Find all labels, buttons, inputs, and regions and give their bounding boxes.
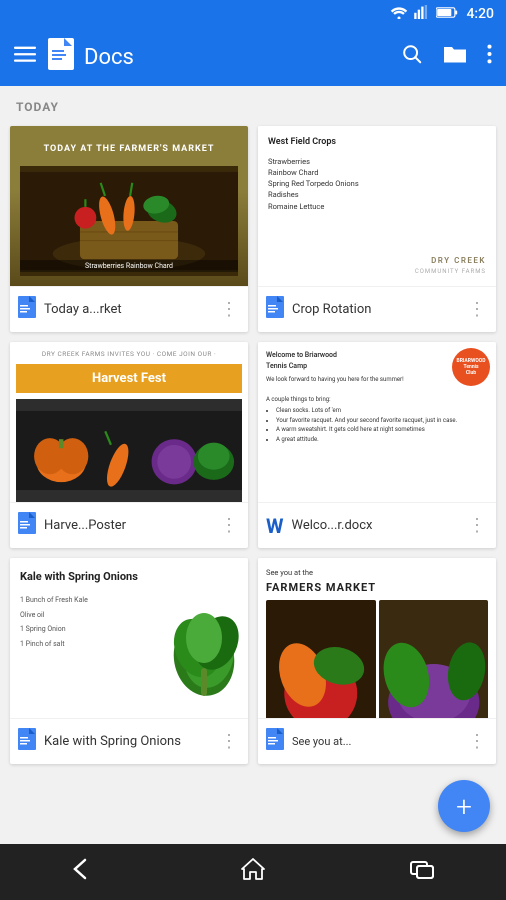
tennis-list-item: A great attitude. <box>276 435 488 445</box>
crop-item: Strawberries <box>268 156 486 167</box>
section-label: TODAY <box>0 86 506 122</box>
doc-logo-icon <box>48 38 74 76</box>
w-icon: W <box>266 514 284 538</box>
back-icon[interactable] <box>71 858 97 886</box>
folder-icon[interactable] <box>443 43 467 71</box>
card-footer-harvest: Harve...Poster ⋮ <box>10 502 248 548</box>
card-harvest-fest[interactable]: DRY CREEK FARMS INVITES YOU · COME JOIN … <box>10 342 248 548</box>
signal-icon <box>414 5 430 23</box>
doc-blue-icon-1 <box>18 296 36 323</box>
card-farmers-market[interactable]: TODAY AT THE FARMER'S MARKET <box>10 126 248 332</box>
harvest-veggies-img <box>16 399 242 502</box>
tennis-body2: A couple things to bring: <box>266 395 488 405</box>
farm-name: DRY CREEK <box>268 255 486 267</box>
card-preview-harvest: DRY CREEK FARMS INVITES YOU · COME JOIN … <box>10 342 248 502</box>
farmers-preview: TODAY AT THE FARMER'S MARKET <box>10 126 248 286</box>
docs-grid: TODAY AT THE FARMER'S MARKET <box>0 122 506 774</box>
plus-icon: + <box>456 790 472 823</box>
farmers-image-area: Strawberries Rainbow Chard <box>20 166 238 276</box>
doc-blue-icon-5 <box>18 728 36 755</box>
status-icons: 4:20 <box>390 5 494 23</box>
card-preview-crop-rotation: West Field Crops Strawberries Rainbow Ch… <box>258 126 496 286</box>
tennis-list-item: Clean socks. Lots of 'em <box>276 406 488 416</box>
card-crop-rotation[interactable]: West Field Crops Strawberries Rainbow Ch… <box>258 126 496 332</box>
battery-icon <box>436 6 458 23</box>
app-bar-actions <box>401 43 492 71</box>
fm2-image-row <box>266 600 488 718</box>
card-menu-fm2[interactable]: ⋮ <box>464 731 490 752</box>
nav-bar <box>0 844 506 900</box>
card-title-crop-rotation: Crop Rotation <box>292 302 464 317</box>
crop-item: Romaine Lettuce <box>268 201 486 212</box>
more-vertical-icon[interactable] <box>487 43 492 71</box>
card-preview-tennis: Welcome to BriarwoodTennis Camp BRIARWOO… <box>258 342 496 502</box>
fm2-img-2 <box>379 600 489 718</box>
time-display: 4:20 <box>466 6 494 22</box>
card-title-fm2: See you at... <box>292 735 464 748</box>
kale-illustration <box>167 568 242 703</box>
doc-blue-icon-3 <box>18 512 36 539</box>
fm2-preview: See you at the FARMERS MARKET <box>258 558 496 718</box>
card-farmers-market-2[interactable]: See you at the FARMERS MARKET <box>258 558 496 764</box>
tennis-badge: BRIARWOODTennisClub <box>452 348 490 386</box>
tennis-list-item: Your favorite racquet. And your second f… <box>276 416 488 426</box>
card-footer-farmers-market: Today a...rket ⋮ <box>10 286 248 332</box>
card-footer-kale: Kale with Spring Onions ⋮ <box>10 718 248 764</box>
card-footer-fm2: See you at... ⋮ <box>258 718 496 764</box>
status-bar: 4:20 <box>0 0 506 28</box>
card-title-welcome: Welco...r.docx <box>292 518 465 533</box>
app-bar: Docs <box>0 28 506 86</box>
search-icon[interactable] <box>401 43 423 71</box>
kale-preview: Kale with Spring Onions 1 Bunch of Fresh… <box>10 558 248 718</box>
farmers-subtitle: Strawberries Rainbow Chard <box>20 260 238 272</box>
doc-blue-icon-2 <box>266 296 284 323</box>
harvest-banner: Harvest Fest <box>16 364 242 393</box>
app-title: Docs <box>48 38 389 76</box>
card-preview-kale: Kale with Spring Onions 1 Bunch of Fresh… <box>10 558 248 718</box>
home-icon[interactable] <box>240 856 266 888</box>
crop-list: Strawberries Rainbow Chard Spring Red To… <box>268 156 486 212</box>
card-preview-fm2: See you at the FARMERS MARKET <box>258 558 496 718</box>
crop-item: Radishes <box>268 189 486 200</box>
fm2-img-1 <box>266 600 376 718</box>
app-name-label: Docs <box>84 45 134 70</box>
crop-item: Rainbow Chard <box>268 167 486 178</box>
card-menu-kale[interactable]: ⋮ <box>216 731 242 752</box>
card-preview-farmers-market: TODAY AT THE FARMER'S MARKET <box>10 126 248 286</box>
harvest-invite-text: DRY CREEK FARMS INVITES YOU · COME JOIN … <box>42 350 216 358</box>
doc-blue-icon-6 <box>266 728 284 755</box>
card-title-farmers-market: Today a...rket <box>44 302 216 317</box>
card-welcome-docx[interactable]: Welcome to BriarwoodTennis Camp BRIARWOO… <box>258 342 496 548</box>
card-footer-welcome: W Welco...r.docx ⋮ <box>258 502 496 548</box>
farm-sub: COMMUNITY FARMS <box>268 267 486 276</box>
card-menu-farmers-market[interactable]: ⋮ <box>216 299 242 320</box>
card-kale[interactable]: Kale with Spring Onions 1 Bunch of Fresh… <box>10 558 248 764</box>
harvest-preview: DRY CREEK FARMS INVITES YOU · COME JOIN … <box>10 342 248 502</box>
fm2-see-you: See you at the <box>266 568 488 577</box>
menu-icon[interactable] <box>14 43 36 71</box>
fab-button[interactable]: + <box>438 780 490 832</box>
card-title-harvest: Harve...Poster <box>44 518 216 533</box>
fm2-banner: FARMERS MARKET <box>266 581 488 594</box>
crop-title: West Field Crops <box>268 136 486 150</box>
card-menu-crop-rotation[interactable]: ⋮ <box>464 299 490 320</box>
card-menu-harvest[interactable]: ⋮ <box>216 515 242 536</box>
tennis-list-item: A warm sweatshirt. It gets cold here at … <box>276 425 488 435</box>
card-footer-crop-rotation: Crop Rotation ⋮ <box>258 286 496 332</box>
recent-icon[interactable] <box>409 858 435 886</box>
crop-preview: West Field Crops Strawberries Rainbow Ch… <box>258 126 496 286</box>
wifi-icon <box>390 5 408 23</box>
card-title-kale: Kale with Spring Onions <box>44 734 216 749</box>
farmers-title: TODAY AT THE FARMER'S MARKET <box>20 136 238 162</box>
tennis-preview: Welcome to BriarwoodTennis Camp BRIARWOO… <box>258 342 496 502</box>
crop-item: Spring Red Torpedo Onions <box>268 178 486 189</box>
card-menu-welcome[interactable]: ⋮ <box>464 515 490 536</box>
